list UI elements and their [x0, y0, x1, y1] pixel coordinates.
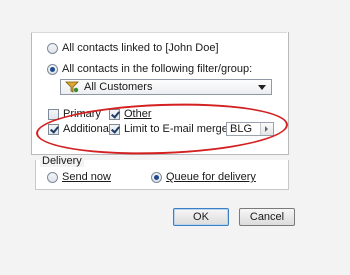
radio-button-checked-icon[interactable] — [47, 63, 58, 75]
radio-button-icon[interactable] — [47, 42, 58, 54]
radio-queue-delivery-label: Queue for delivery — [166, 171, 256, 183]
checkbox-primary-label: Primary — [63, 108, 101, 120]
radio-button-checked-icon[interactable] — [151, 171, 162, 183]
mail-merge-dialog: All contacts linked to [John Doe] All co… — [0, 0, 350, 275]
checkbox-other-label: Other — [124, 108, 152, 120]
checkbox-additional[interactable]: Additional — [48, 123, 111, 135]
cancel-button[interactable]: Cancel — [239, 208, 295, 226]
radio-queue-delivery[interactable]: Queue for delivery — [151, 171, 256, 183]
checkbox-icon[interactable] — [48, 108, 59, 120]
radio-all-linked[interactable]: All contacts linked to [John Doe] — [47, 42, 219, 54]
radio-all-linked-label: All contacts linked to [John Doe] — [62, 42, 219, 54]
panel-divider — [31, 32, 287, 33]
radio-button-icon[interactable] — [47, 171, 58, 183]
checkbox-other[interactable]: Other — [109, 108, 152, 120]
checkbox-checked-icon[interactable] — [48, 123, 59, 135]
radio-send-now-label: Send now — [62, 171, 111, 183]
filter-funnel-icon — [65, 81, 79, 93]
merge-code-field[interactable]: BLG — [226, 122, 274, 136]
checkbox-additional-label: Additional — [63, 123, 112, 135]
checkbox-checked-icon[interactable] — [109, 123, 120, 135]
filter-group-value: All Customers — [84, 81, 153, 93]
radio-send-now[interactable]: Send now — [47, 171, 111, 183]
filter-group-dropdown[interactable]: All Customers — [60, 79, 272, 95]
checkbox-checked-icon[interactable] — [109, 108, 120, 120]
ok-button[interactable]: OK — [173, 208, 229, 226]
radio-filter-group-label: All contacts in the following filter/gro… — [62, 63, 253, 75]
merge-code-value: BLG — [230, 123, 253, 135]
checkbox-primary[interactable]: Primary — [48, 108, 101, 120]
radio-filter-group[interactable]: All contacts in the following filter/gro… — [47, 63, 252, 75]
chevron-down-icon[interactable] — [258, 85, 266, 90]
expand-arrow-icon[interactable] — [260, 123, 273, 135]
delivery-group-title: Delivery — [40, 155, 84, 167]
